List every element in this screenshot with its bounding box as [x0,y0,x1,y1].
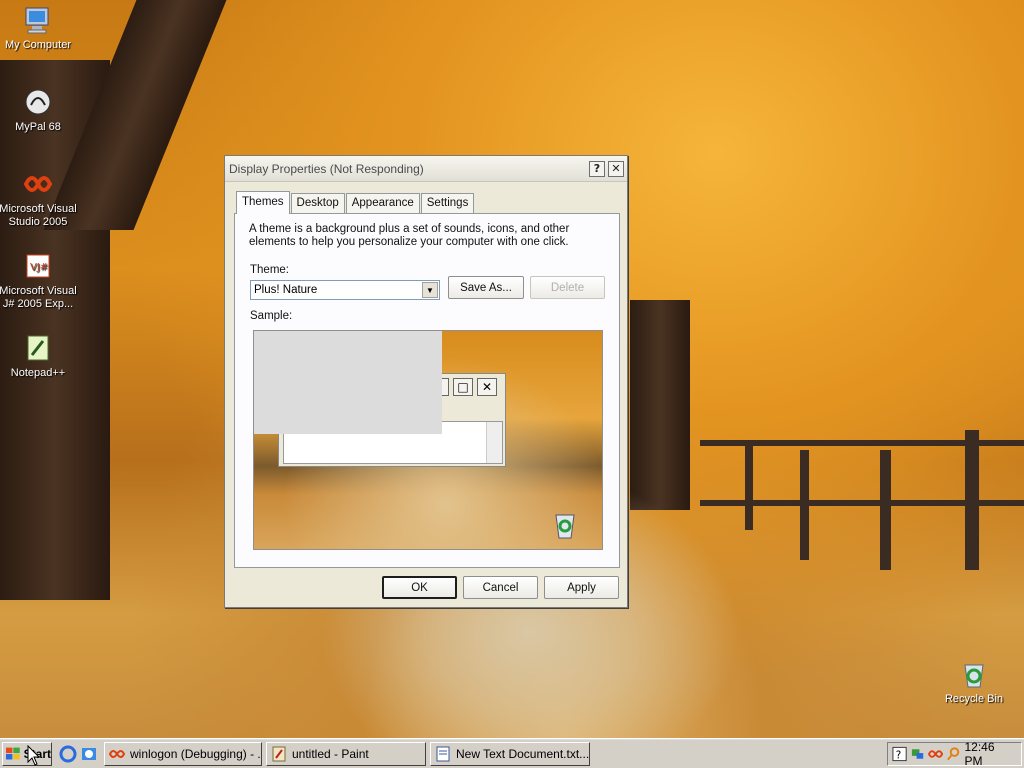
sample-unrendered-area [254,331,442,434]
fence [880,450,891,570]
sample-maximize-icon: □ [453,378,473,396]
notepadpp-icon [22,332,54,364]
chevron-down-icon[interactable]: ▼ [422,282,438,298]
sample-close-icon: ✕ [477,378,497,396]
task-label: winlogon (Debugging) - ... [130,747,262,761]
task-winlogon[interactable]: winlogon (Debugging) - ... [104,742,262,766]
tab-desktop[interactable]: Desktop [290,193,345,213]
tab-strip: Themes Desktop Appearance Settings [236,191,475,214]
help-icon[interactable]: ? [892,746,907,762]
sample-scrollbar [486,422,502,463]
theme-dropdown[interactable]: Plus! Nature ▼ [250,280,440,300]
outlook-express-icon[interactable] [80,745,98,763]
desktop-icon-label: My Computer [4,39,72,51]
dialog-titlebar[interactable]: Display Properties (Not Responding) ? ✕ [225,156,627,182]
windows-logo-icon [6,747,20,760]
close-button[interactable]: ✕ [608,160,624,177]
sample-label: Sample: [250,310,293,322]
internet-explorer-icon[interactable] [59,745,77,763]
theme-description: A theme is a background plus a set of so… [249,223,570,248]
display-properties-dialog: Display Properties (Not Responding) ? ✕ … [224,155,628,608]
delete-button[interactable]: Delete [530,276,605,299]
tab-settings[interactable]: Settings [420,193,475,213]
help-button[interactable]: ? [589,160,605,177]
dialog-title: Display Properties (Not Responding) [229,161,424,176]
theme-dropdown-value: Plus! Nature [254,284,318,296]
task-paint[interactable]: untitled - Paint [266,742,426,766]
fence [965,430,979,570]
mouse-cursor-icon [27,745,41,766]
desktop-icon-vjsharp[interactable]: VJ# Microsoft Visual J# 2005 Exp... [0,250,78,311]
ok-button[interactable]: OK [382,576,457,599]
notepad-icon [436,746,450,762]
paint-icon [272,746,286,762]
visual-studio-icon [22,168,54,200]
mypal-icon [22,86,54,118]
themes-panel: A theme is a background plus a set of so… [234,213,620,568]
desktop-icon-label: MyPal 68 [15,121,61,133]
fence [800,450,809,560]
apply-button[interactable]: Apply [544,576,619,599]
taskbar: Start winlogon (Debugging) - ... untitle… [0,738,1024,768]
my-computer-icon [22,4,54,36]
theme-label: Theme: [250,264,289,276]
task-notepad[interactable]: New Text Document.txt... [430,742,590,766]
cancel-button[interactable]: Cancel [463,576,538,599]
desktop-icon-my-computer[interactable]: My Computer [0,4,78,52]
system-tray: ? 12:46 PM [887,740,1022,768]
clock[interactable]: 12:46 PM [964,740,1013,768]
desktop-icon-notepadpp[interactable]: Notepad++ [0,332,78,380]
desktop-icon-visual-studio[interactable]: Microsoft Visual Studio 2005 [0,168,78,229]
desktop-icon-label: Microsoft Visual J# 2005 Exp... [0,285,77,310]
theme-sample-preview: _ □ ✕ [253,330,603,550]
desktop-icon-label: Microsoft Visual Studio 2005 [0,203,77,228]
svg-text:?: ? [896,750,902,762]
task-label: New Text Document.txt... [456,747,590,761]
visual-studio-tray-icon[interactable] [928,746,944,762]
recycle-bin-icon [958,658,990,690]
desktop-icon-label: Notepad++ [10,367,66,379]
sample-recycle-bin-icon [555,514,575,539]
search-icon[interactable] [946,746,961,762]
fence [745,440,753,530]
visual-studio-icon [109,750,125,758]
network-icon[interactable] [910,746,925,762]
save-as-button[interactable]: Save As... [448,276,524,299]
desktop-icon-recycle-bin[interactable]: Recycle Bin [934,658,1014,706]
desktop-icon-mypal[interactable]: MyPal 68 [0,86,78,134]
vjsharp-icon: VJ# [22,250,54,282]
tab-themes[interactable]: Themes [236,191,290,214]
task-label: untitled - Paint [292,747,369,761]
tab-appearance[interactable]: Appearance [345,193,420,213]
desktop-icon-label: Recycle Bin [944,693,1004,705]
svg-text:VJ#: VJ# [30,262,48,273]
